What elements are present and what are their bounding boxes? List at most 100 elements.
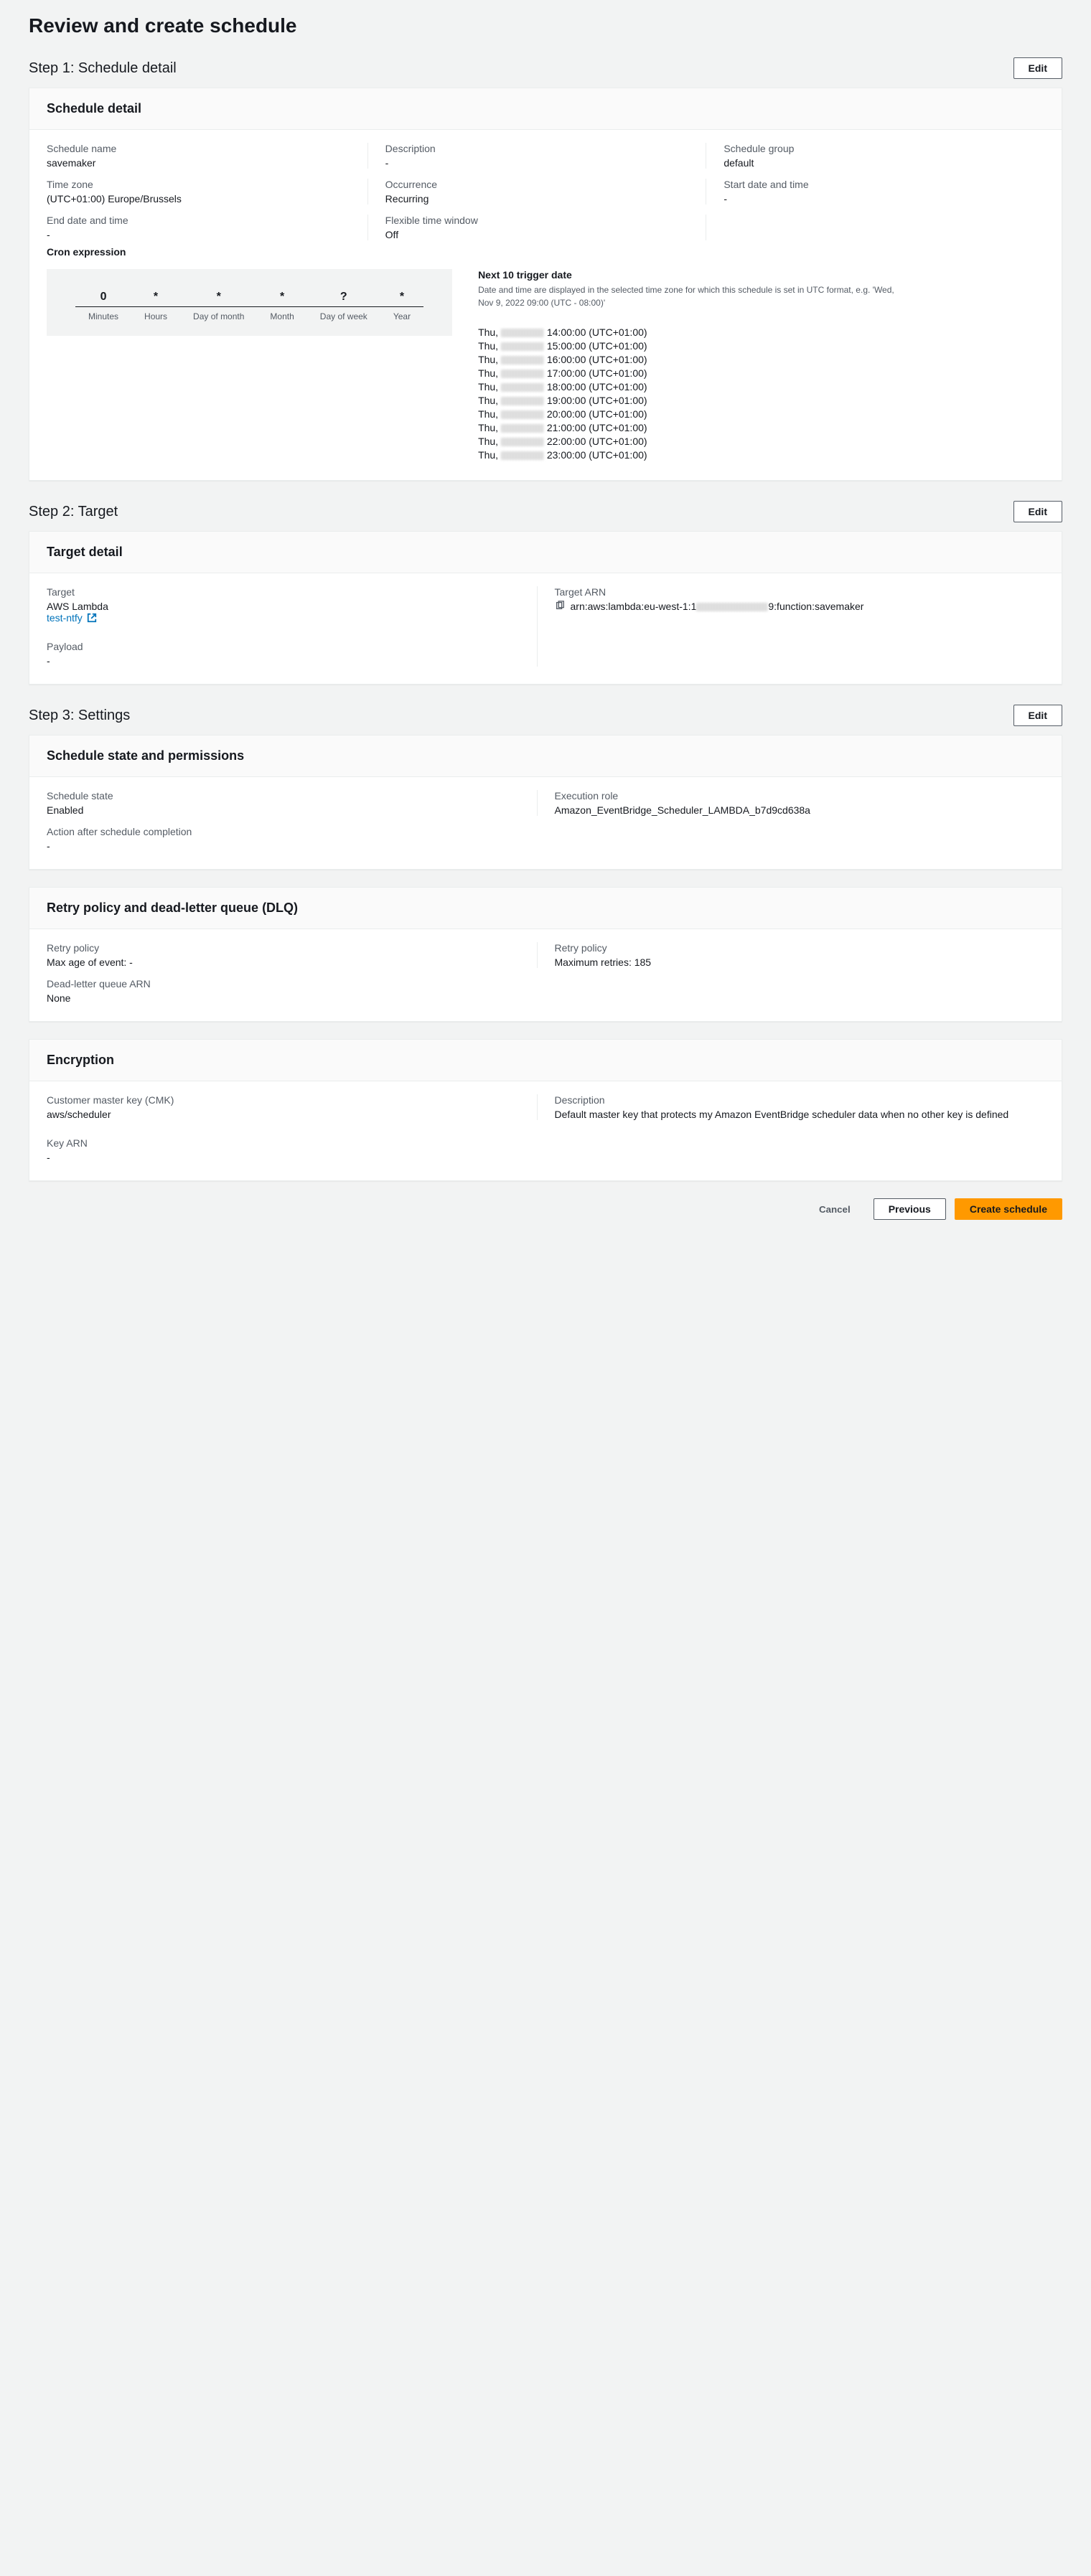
cron-dow-label: Day of week <box>307 307 380 322</box>
start-datetime-value: - <box>724 193 1027 205</box>
page-title: Review and create schedule <box>29 14 1062 37</box>
key-arn-label: Key ARN <box>47 1137 1044 1149</box>
redacted-date <box>501 329 544 337</box>
next-triggers-desc: Date and time are displayed in the selec… <box>478 283 909 309</box>
trigger-row: Thu, 15:00:00 (UTC+01:00) <box>478 340 1044 352</box>
next-triggers-title: Next 10 trigger date <box>478 269 1044 281</box>
end-datetime-value: - <box>47 229 350 240</box>
description-label: Description <box>385 143 689 154</box>
retry-policy2-value: Maximum retries: 185 <box>555 956 1028 968</box>
target-detail-panel: Target detail Target AWS Lambda test-ntf… <box>29 531 1062 685</box>
schedule-detail-panel: Schedule detail Schedule name savemaker … <box>29 88 1062 481</box>
cmk-label: Customer master key (CMK) <box>47 1094 520 1106</box>
occurrence-value: Recurring <box>385 193 689 205</box>
target-arn-label: Target ARN <box>555 586 1028 598</box>
cron-dow-value: ? <box>307 291 380 307</box>
trigger-row: Thu, 21:00:00 (UTC+01:00) <box>478 422 1044 433</box>
trigger-row: Thu, 16:00:00 (UTC+01:00) <box>478 354 1044 365</box>
target-detail-heading: Target detail <box>29 532 1062 573</box>
cron-dom-value: * <box>180 291 257 307</box>
retry-policy2-label: Retry policy <box>555 942 1028 954</box>
redacted-date <box>501 410 544 419</box>
retry-dlq-panel: Retry policy and dead-letter queue (DLQ)… <box>29 887 1062 1022</box>
target-label: Target <box>47 586 520 598</box>
cron-dom-label: Day of month <box>180 307 257 322</box>
trigger-row: Thu, 17:00:00 (UTC+01:00) <box>478 367 1044 379</box>
cron-year-label: Year <box>380 307 423 322</box>
cron-minutes-label: Minutes <box>75 307 131 322</box>
state-permissions-panel: Schedule state and permissions Schedule … <box>29 735 1062 870</box>
occurrence-label: Occurrence <box>385 179 689 190</box>
external-link-icon <box>87 613 97 623</box>
retry-policy1-value: Max age of event: - <box>47 956 520 968</box>
retry-policy1-label: Retry policy <box>47 942 520 954</box>
redacted-date <box>501 383 544 392</box>
schedule-group-value: default <box>724 157 1027 169</box>
schedule-state-label: Schedule state <box>47 790 520 802</box>
redacted-date <box>501 356 544 365</box>
enc-description-label: Description <box>555 1094 1028 1106</box>
cron-minutes-value: 0 <box>75 291 131 307</box>
schedule-name-label: Schedule name <box>47 143 350 154</box>
copy-icon[interactable] <box>555 601 565 611</box>
trigger-row: Thu, 20:00:00 (UTC+01:00) <box>478 408 1044 420</box>
timezone-value: (UTC+01:00) Europe/Brussels <box>47 193 350 205</box>
dlq-arn-value: None <box>47 992 1044 1004</box>
step1-title: Step 1: Schedule detail <box>29 60 177 77</box>
payload-label: Payload <box>47 641 520 652</box>
redacted-date <box>501 370 544 378</box>
target-value: AWS Lambda <box>47 601 520 612</box>
trigger-list: Thu, 14:00:00 (UTC+01:00) Thu, 15:00:00 (… <box>478 326 1044 461</box>
trigger-row: Thu, 22:00:00 (UTC+01:00) <box>478 436 1044 447</box>
cron-expression-label: Cron expression <box>47 246 1044 258</box>
payload-value: - <box>47 655 520 667</box>
schedule-state-value: Enabled <box>47 804 520 816</box>
cron-month-value: * <box>257 291 306 307</box>
schedule-detail-heading: Schedule detail <box>29 88 1062 130</box>
end-datetime-label: End date and time <box>47 215 350 226</box>
retry-dlq-heading: Retry policy and dead-letter queue (DLQ) <box>29 888 1062 929</box>
cron-hours-label: Hours <box>131 307 180 322</box>
target-link-text: test-ntfy <box>47 612 83 624</box>
step3-title: Step 3: Settings <box>29 708 130 724</box>
flex-window-label: Flexible time window <box>385 215 689 226</box>
execution-role-value: Amazon_EventBridge_Scheduler_LAMBDA_b7d9… <box>555 804 1028 816</box>
redacted-date <box>501 342 544 351</box>
edit-step1-button[interactable]: Edit <box>1013 57 1062 79</box>
key-arn-value: - <box>47 1152 1044 1163</box>
trigger-row: Thu, 23:00:00 (UTC+01:00) <box>478 449 1044 461</box>
trigger-row: Thu, 18:00:00 (UTC+01:00) <box>478 381 1044 392</box>
edit-step3-button[interactable]: Edit <box>1013 705 1062 726</box>
start-datetime-label: Start date and time <box>724 179 1027 190</box>
redacted-date <box>501 424 544 433</box>
cron-hours-value: * <box>131 291 180 307</box>
cron-month-label: Month <box>257 307 306 322</box>
description-value: - <box>385 157 689 169</box>
dlq-arn-label: Dead-letter queue ARN <box>47 978 1044 989</box>
create-schedule-button[interactable]: Create schedule <box>955 1198 1062 1220</box>
cron-expression-box: 0 * * * ? * Minutes Hours Day of month M… <box>47 269 452 336</box>
schedule-name-value: savemaker <box>47 157 350 169</box>
flex-window-value: Off <box>385 229 689 240</box>
timezone-label: Time zone <box>47 179 350 190</box>
state-permissions-heading: Schedule state and permissions <box>29 735 1062 777</box>
redacted-date <box>501 397 544 405</box>
encryption-panel: Encryption Customer master key (CMK) aws… <box>29 1039 1062 1181</box>
trigger-row: Thu, 14:00:00 (UTC+01:00) <box>478 326 1044 338</box>
action-after-label: Action after schedule completion <box>47 826 1044 837</box>
action-after-value: - <box>47 840 1044 852</box>
cron-year-value: * <box>380 291 423 307</box>
cmk-value: aws/scheduler <box>47 1109 520 1120</box>
encryption-heading: Encryption <box>29 1040 1062 1081</box>
redacted-date <box>501 451 544 460</box>
step2-title: Step 2: Target <box>29 504 118 520</box>
redacted-date <box>501 438 544 446</box>
previous-button[interactable]: Previous <box>874 1198 946 1220</box>
cancel-button[interactable]: Cancel <box>805 1198 865 1220</box>
execution-role-label: Execution role <box>555 790 1028 802</box>
edit-step2-button[interactable]: Edit <box>1013 501 1062 522</box>
schedule-group-label: Schedule group <box>724 143 1027 154</box>
enc-description-value: Default master key that protects my Amaz… <box>555 1109 1028 1120</box>
target-arn-value: arn:aws:lambda:eu-west-1:19:function:sav… <box>571 601 864 612</box>
target-link[interactable]: test-ntfy <box>47 612 97 624</box>
